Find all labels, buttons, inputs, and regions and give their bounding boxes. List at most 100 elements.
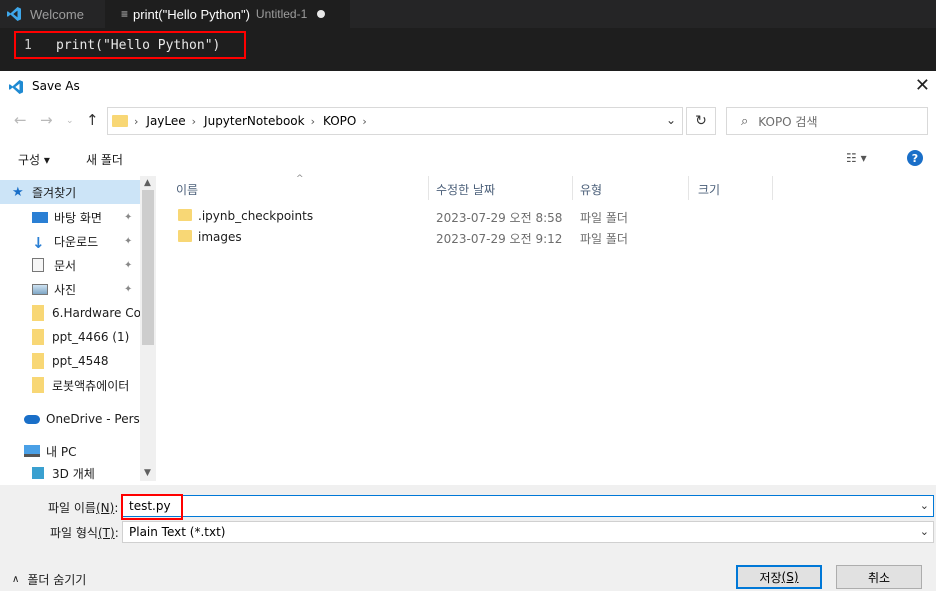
breadcrumb-separator-icon: ›: [310, 114, 315, 128]
pictures-icon: [32, 283, 48, 295]
column-divider[interactable]: [428, 176, 429, 200]
code-line-highlight[interactable]: 1 print("Hello Python"): [14, 31, 246, 59]
filename-label: 파일 이름(N):: [48, 501, 119, 515]
filetype-label: 파일 형식(T):: [50, 526, 119, 540]
nav-item-folder[interactable]: 로봇액츄에이터: [0, 373, 140, 397]
up-arrow-icon[interactable]: ↑: [86, 111, 99, 129]
nav-label: 문서: [54, 258, 77, 273]
column-header-type[interactable]: 유형: [580, 181, 602, 198]
file-row[interactable]: .ipynb_checkpoints 2023-07-29 오전 8:58 파일…: [178, 206, 898, 228]
text-file-icon: ≡: [121, 7, 129, 21]
command-bar: 구성 ▾ 새 폴더 ☷ ▾ ?: [0, 143, 936, 173]
recent-locations-icon[interactable]: ⌄: [66, 116, 74, 126]
help-icon[interactable]: ?: [907, 150, 923, 166]
nav-item-onedrive[interactable]: OneDrive - Persor: [0, 407, 140, 431]
nav-item-folder[interactable]: ppt_4466 (1): [0, 325, 140, 349]
breadcrumb-jupyternotebook[interactable]: JupyterNotebook: [204, 114, 305, 128]
unsaved-dot-icon[interactable]: [317, 10, 326, 18]
search-input[interactable]: ⌕ KOPO 검색: [726, 107, 928, 135]
pin-icon: ✦: [124, 211, 133, 223]
nav-scrollbar[interactable]: ▲ ▼: [140, 176, 156, 481]
nav-item-folder[interactable]: 6.Hardware Con: [0, 301, 140, 325]
file-modified: 2023-07-29 오전 8:58: [436, 211, 563, 225]
file-modified: 2023-07-29 오전 9:12: [436, 232, 563, 246]
nav-label: 로봇액츄에이터: [52, 378, 130, 393]
column-divider[interactable]: [572, 176, 573, 200]
column-header-size[interactable]: 크기: [698, 181, 720, 198]
vscode-logo-icon: [7, 7, 21, 21]
nav-label: 즐겨찾기: [32, 185, 77, 200]
nav-label: OneDrive - Persor: [46, 412, 140, 426]
tab-untitled-label: print("Hello Python"): [133, 6, 250, 22]
forward-arrow-icon[interactable]: →: [40, 111, 53, 129]
star-icon: ★: [12, 185, 24, 200]
nav-item-3d-objects[interactable]: 3D 개체: [0, 461, 140, 481]
nav-item-pictures[interactable]: 사진 ✦: [0, 277, 140, 301]
download-icon: ↓: [32, 234, 45, 252]
column-header-name[interactable]: 이름: [176, 181, 198, 198]
hide-folders-toggle[interactable]: ∧ 폴더 숨기기: [12, 571, 86, 588]
nav-label: 내 PC: [46, 444, 77, 459]
close-icon[interactable]: ✕: [915, 75, 930, 96]
navigation-bar: ← → ⌄ ↑ › JayLee › JupyterNotebook › KOP…: [0, 105, 936, 137]
file-name: .ipynb_checkpoints: [198, 209, 314, 223]
nav-item-this-pc[interactable]: 내 PC: [0, 439, 140, 463]
dialog-title: Save As: [32, 79, 80, 93]
cloud-icon: [24, 414, 40, 424]
file-row[interactable]: images 2023-07-29 오전 9:12 파일 폴더: [178, 227, 898, 249]
search-icon: ⌕: [741, 113, 749, 129]
pin-icon: ✦: [124, 259, 133, 271]
computer-icon: [24, 445, 40, 457]
documents-icon: [32, 258, 44, 272]
nav-item-desktop[interactable]: 바탕 화면 ✦: [0, 205, 140, 229]
view-options-icon[interactable]: ☷ ▾: [846, 151, 867, 165]
nav-item-quick-access[interactable]: ★ 즐겨찾기: [0, 180, 140, 204]
nav-label: 바탕 화면: [54, 210, 102, 225]
hide-folders-label: 폴더 숨기기: [27, 573, 87, 587]
vscode-logo-icon: [9, 80, 23, 94]
editor-tab-bar: Welcome ≡ print("Hello Python") Untitled…: [0, 0, 936, 28]
folder-icon: [32, 305, 44, 321]
filetype-value: Plain Text (*.txt): [129, 525, 226, 539]
tab-welcome[interactable]: Welcome: [0, 0, 102, 28]
nav-item-downloads[interactable]: ↓ 다운로드 ✦: [0, 229, 140, 253]
chevron-up-icon: ∧: [12, 574, 20, 585]
breadcrumb-kopo[interactable]: KOPO: [323, 114, 356, 128]
column-header-modified[interactable]: 수정한 날짜: [436, 181, 495, 198]
folder-icon: [112, 115, 128, 127]
scroll-down-icon[interactable]: ▼: [144, 468, 151, 478]
cancel-button[interactable]: 취소: [836, 565, 922, 589]
new-folder-button[interactable]: 새 폴더: [86, 151, 123, 168]
pin-icon: ✦: [124, 235, 133, 247]
folder-icon: [32, 377, 44, 393]
scrollbar-thumb[interactable]: [142, 190, 154, 345]
breadcrumb-jaylee[interactable]: JayLee: [146, 114, 185, 128]
nav-item-documents[interactable]: 문서 ✦: [0, 253, 140, 277]
chevron-down-icon[interactable]: ⌄: [920, 525, 929, 538]
back-arrow-icon[interactable]: ←: [14, 111, 27, 129]
folder-icon: [178, 209, 192, 221]
column-divider[interactable]: [688, 176, 689, 200]
code-line[interactable]: print("Hello Python"): [56, 38, 220, 53]
nav-label: 다운로드: [54, 234, 99, 249]
scroll-up-icon[interactable]: ▲: [144, 178, 151, 188]
breadcrumb-separator-icon[interactable]: ›: [362, 115, 366, 128]
organize-menu[interactable]: 구성 ▾: [18, 151, 50, 168]
chevron-down-icon[interactable]: ⌄: [666, 113, 676, 127]
save-button[interactable]: 저장 (S): [736, 565, 822, 589]
file-type: 파일 폴더: [580, 211, 628, 225]
filename-input[interactable]: test.py ⌄: [122, 495, 934, 517]
vscode-editor: Welcome ≡ print("Hello Python") Untitled…: [0, 0, 936, 71]
dialog-footer: 파일 이름(N): test.py ⌄ 파일 형식(T): Plain Text…: [0, 485, 936, 591]
nav-label: ppt_4548: [52, 354, 109, 368]
cube-icon: [32, 467, 44, 479]
chevron-down-icon[interactable]: ⌄: [920, 499, 929, 512]
refresh-button[interactable]: ↻: [686, 107, 716, 135]
nav-label: 6.Hardware Con: [52, 306, 140, 320]
nav-item-folder[interactable]: ppt_4548: [0, 349, 140, 373]
column-divider[interactable]: [772, 176, 773, 200]
tab-untitled-1[interactable]: ≡ print("Hello Python") Untitled-1: [105, 0, 350, 28]
address-bar[interactable]: › JayLee › JupyterNotebook › KOPO › ⌄: [107, 107, 683, 135]
sort-caret-icon: ^: [296, 174, 304, 184]
filetype-select[interactable]: Plain Text (*.txt) ⌄: [122, 521, 934, 543]
